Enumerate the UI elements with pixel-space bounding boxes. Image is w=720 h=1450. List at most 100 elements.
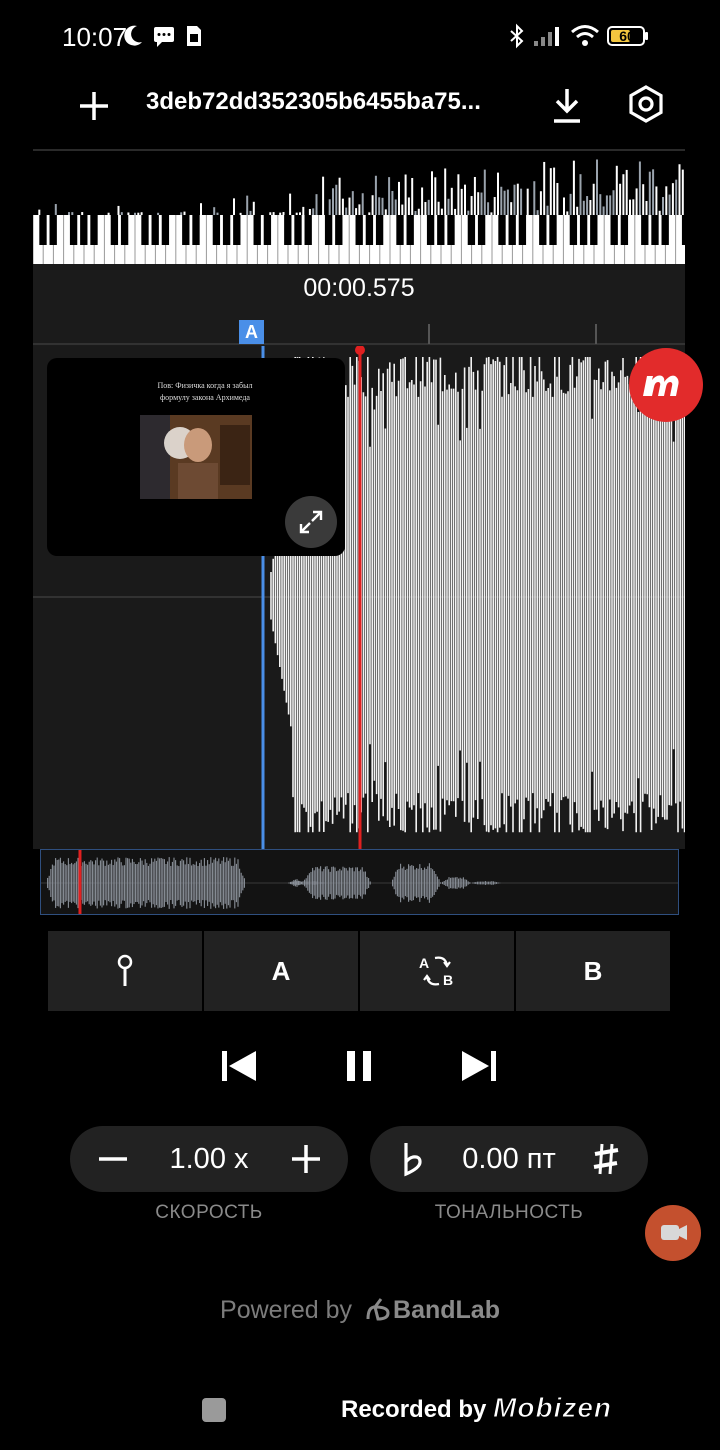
loop-ab-button[interactable]: A B — [360, 931, 514, 1011]
black-key — [579, 215, 588, 245]
spectrum-bar — [464, 184, 466, 215]
speed-control: 1.00 x — [70, 1126, 348, 1192]
pin-icon — [117, 954, 133, 986]
mobizen-brand: Mobizen — [493, 1392, 613, 1424]
spectrum-bar — [648, 171, 651, 215]
spectrum-bar — [404, 174, 407, 215]
spectrum-bar — [414, 211, 417, 215]
spectrum-bar — [249, 210, 252, 215]
set-a-button[interactable]: A — [204, 931, 358, 1011]
waveform-overview[interactable] — [40, 849, 679, 915]
plus-icon — [292, 1145, 320, 1173]
expand-video-button[interactable] — [285, 496, 337, 548]
header-divider — [33, 149, 685, 151]
spectrum-bar — [563, 197, 565, 215]
pin-marker-button[interactable] — [48, 931, 202, 1011]
spectrum-bar — [579, 174, 582, 215]
spectrum-bar — [599, 194, 602, 215]
set-b-label: B — [583, 955, 603, 986]
svg-text:B: B — [443, 972, 453, 988]
spectrum-bar — [658, 210, 661, 215]
spectrum-bar — [629, 199, 631, 215]
download-icon — [554, 89, 580, 123]
spectrum-bar — [473, 176, 476, 215]
black-key — [590, 215, 598, 245]
spectrum-bar — [652, 169, 655, 215]
settings-button[interactable] — [622, 80, 670, 128]
spectrum-bar — [635, 188, 638, 215]
spectrum-bar — [345, 207, 348, 215]
speed-label: СКОРОСТЬ — [155, 1202, 263, 1223]
pitch-sharp-button[interactable] — [583, 1136, 629, 1182]
spectrum-bar — [589, 200, 592, 215]
spectrum-bar — [381, 197, 384, 215]
wifi-icon — [570, 22, 600, 50]
spectrum-bar — [592, 183, 595, 215]
file-title: 3deb72dd352305b6455ba75... — [146, 88, 481, 115]
spectrum-bar — [417, 208, 420, 215]
battery-level: 60 — [619, 28, 635, 44]
spectrum-bar — [180, 212, 183, 215]
spectrum-bar — [378, 197, 381, 215]
recorder-floating-button[interactable] — [645, 1205, 701, 1261]
spectrum-bar — [137, 212, 140, 215]
timeline-ruler — [33, 324, 685, 345]
black-key — [467, 215, 476, 245]
spectrum-bar — [678, 164, 681, 215]
skip-back-button[interactable] — [216, 1040, 262, 1092]
spectrum-bar — [117, 205, 120, 215]
spectrum-bar — [681, 169, 684, 215]
mobizen-logo-icon — [643, 375, 679, 396]
black-key — [324, 215, 333, 245]
spectrum-bar — [335, 184, 338, 215]
download-button[interactable] — [544, 82, 590, 128]
screen: 10:07 60 3deb72dd352305b6455ba75... 00:0… — [0, 0, 720, 1450]
spectrum-bar — [638, 161, 641, 215]
set-a-label: A — [271, 955, 291, 986]
spectrum-bar — [120, 212, 123, 215]
spectrum-bar — [500, 186, 503, 215]
status-time: 10:07 — [62, 22, 128, 52]
spectrum-bar — [384, 209, 387, 215]
spectrum-bar — [338, 177, 341, 215]
pause-button[interactable] — [336, 1040, 382, 1092]
black-key — [539, 215, 547, 245]
spectrum-bar — [642, 184, 645, 215]
spectrum-bar — [332, 188, 334, 215]
spectrum-bar — [312, 208, 315, 215]
spectrum-bar — [602, 206, 605, 215]
spectrum-bar — [450, 187, 453, 215]
spectrum-bar — [566, 211, 569, 215]
recents-nav-button[interactable] — [202, 1398, 226, 1422]
mobizen-badge[interactable] — [629, 348, 703, 422]
overview-graphic — [41, 850, 678, 914]
black-key — [212, 215, 221, 245]
spectrum-bar — [440, 208, 443, 215]
spectrum-bar — [427, 199, 430, 215]
speed-increase-button[interactable] — [283, 1136, 329, 1182]
black-key — [549, 215, 557, 245]
skip-next-icon — [462, 1051, 496, 1081]
black-key — [141, 215, 149, 245]
black-key — [69, 215, 78, 245]
loop-ab-icon: A B — [419, 955, 453, 988]
playhead-handle — [355, 346, 365, 355]
spectrum-bar — [302, 206, 305, 215]
spectrum-bar — [582, 200, 585, 215]
piano-spectrum — [33, 152, 685, 264]
spectrum-bar — [38, 209, 41, 215]
spectrum-bar — [434, 177, 437, 215]
powered-by-prefix: Powered by — [220, 1296, 353, 1324]
add-button[interactable] — [72, 84, 116, 128]
black-key — [508, 215, 516, 245]
spectrum-bar — [622, 174, 625, 215]
spectrum-bar — [533, 181, 536, 215]
marker-a[interactable]: A — [239, 320, 264, 344]
spectrum-bar — [553, 167, 556, 215]
spectrum-bar — [457, 174, 460, 215]
skip-forward-button[interactable] — [456, 1040, 502, 1092]
set-b-button[interactable]: B — [516, 931, 670, 1011]
video-preview[interactable]: Пов: Физичка когда я забыл формулу закон… — [47, 358, 345, 556]
spectrum-bar — [645, 200, 648, 215]
black-key — [294, 215, 302, 245]
